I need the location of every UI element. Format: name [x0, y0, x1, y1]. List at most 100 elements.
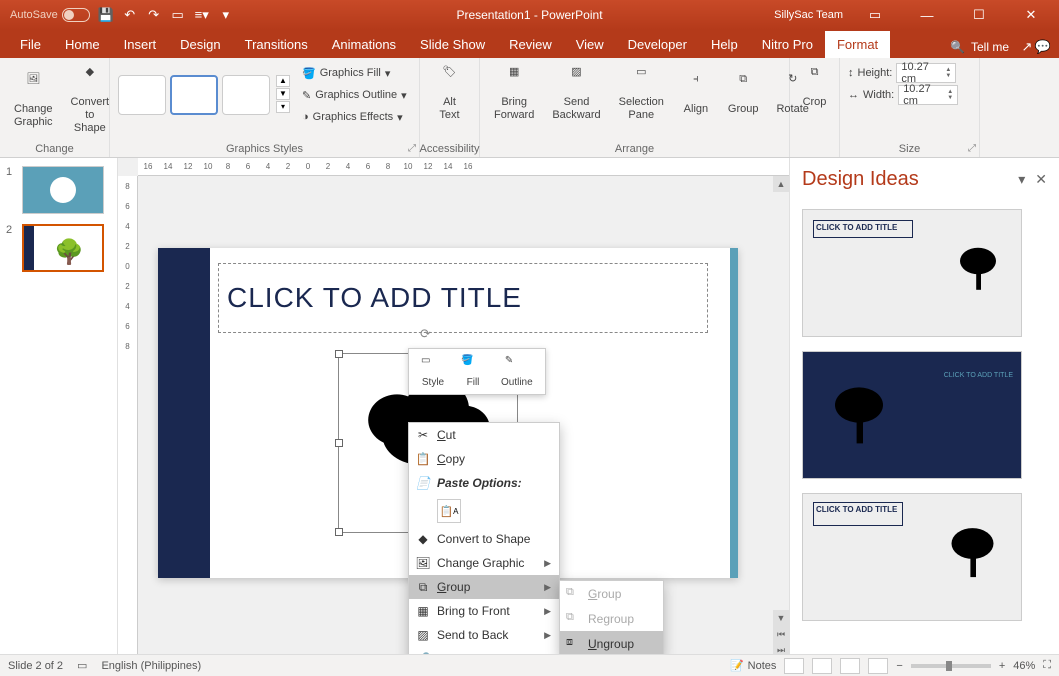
undo-icon[interactable]: ↶ — [122, 7, 138, 23]
resize-handle[interactable] — [335, 528, 343, 536]
slide-counter[interactable]: Slide 2 of 2 — [8, 660, 63, 672]
resize-handle[interactable] — [335, 439, 343, 447]
gallery-more-icon[interactable]: ▾ — [276, 101, 290, 113]
convert-to-shape-button[interactable]: ◆Convert to Shape — [65, 62, 116, 140]
comments-icon[interactable]: 💬 — [1035, 39, 1051, 55]
tab-home[interactable]: Home — [53, 31, 112, 58]
menu-convert-shape[interactable]: ◆Convert to Shape — [409, 527, 559, 551]
zoom-out-button[interactable]: − — [896, 660, 902, 672]
crop-button[interactable]: ⧉Crop — [798, 62, 831, 113]
design-idea-3[interactable]: CLICK TO ADD TITLE — [802, 493, 1022, 621]
autosave-toggle[interactable]: AutoSave — [10, 8, 90, 22]
selection-pane-button[interactable]: ▭Selection Pane — [613, 62, 670, 126]
qat-more-icon[interactable]: ≡▾ — [194, 7, 210, 23]
design-idea-1[interactable]: CLICK TO ADD TITLE — [802, 209, 1022, 337]
redo-icon[interactable]: ↷ — [146, 7, 162, 23]
tab-format[interactable]: Format — [825, 31, 890, 58]
change-graphic-button[interactable]: 🖼Change Graphic — [8, 69, 59, 133]
rotate-handle-icon[interactable]: ⟳ — [420, 326, 436, 342]
style-preset-3[interactable] — [222, 75, 270, 115]
tell-me-search[interactable]: 🔍Tell me — [940, 36, 1019, 58]
graphics-fill-button[interactable]: 🪣Graphics Fill ▾ — [302, 62, 407, 84]
graphics-outline-button[interactable]: ✎Graphics Outline ▾ — [302, 84, 407, 106]
notes-button[interactable]: 📝Notes — [730, 659, 776, 672]
account-name[interactable]: SillySac Team — [774, 9, 843, 21]
height-input[interactable]: 10.27 cm▲▼ — [896, 63, 956, 83]
styles-dialog-launcher[interactable]: ⤢ — [408, 143, 416, 154]
tree-icon: 🌳 — [54, 238, 84, 267]
vertical-scrollbar[interactable]: ▲ ▼ ⏮ ⏭ — [773, 176, 789, 658]
paste-icon: 📄 — [415, 475, 431, 491]
slide-canvas[interactable]: 1614121086420246810121416 864202468 CLIC… — [118, 158, 789, 658]
alt-text-button[interactable]: 🏷Alt Text — [428, 62, 471, 126]
tab-file[interactable]: File — [8, 31, 53, 58]
title-placeholder[interactable]: CLICK TO ADD TITLE — [218, 263, 708, 333]
gallery-up-icon[interactable]: ▲ — [276, 75, 290, 87]
pane-close-icon[interactable]: ✕ — [1035, 171, 1047, 188]
style-preset-1[interactable] — [118, 75, 166, 115]
menu-group[interactable]: ⧉Group▶ — [409, 575, 559, 599]
menu-change-graphic[interactable]: 🖼Change Graphic▶ — [409, 551, 559, 575]
menu-send-back[interactable]: ▨Send to Back▶ — [409, 623, 559, 647]
style-preset-2[interactable] — [170, 75, 218, 115]
tab-nitro[interactable]: Nitro Pro — [750, 31, 825, 58]
slide-thumbnail-1[interactable]: 1 — [6, 166, 111, 214]
zoom-slider[interactable] — [911, 664, 991, 668]
scroll-down-icon[interactable]: ▼ — [773, 610, 789, 626]
mini-style-button[interactable]: ▭Style — [413, 353, 453, 390]
align-button[interactable]: ⫞Align — [676, 69, 716, 120]
mini-fill-button[interactable]: 🪣Fill — [453, 353, 493, 390]
close-button[interactable]: ✕ — [1011, 1, 1051, 29]
tab-view[interactable]: View — [564, 31, 616, 58]
size-dialog-launcher[interactable]: ⤢ — [968, 143, 976, 154]
prev-slide-icon[interactable]: ⏮ — [773, 626, 789, 642]
send-backward-button[interactable]: ▨Send Backward — [546, 62, 606, 126]
design-idea-2[interactable]: CLICK TO ADD TITLE — [802, 351, 1022, 479]
ungroup-icon: ⧈ — [566, 636, 582, 652]
paste-option-button[interactable]: 📋A — [437, 499, 461, 523]
scroll-up-icon[interactable]: ▲ — [773, 176, 789, 192]
graphics-effects-button[interactable]: ◑Graphics Effects ▾ — [302, 106, 407, 128]
tab-animations[interactable]: Animations — [320, 31, 408, 58]
tab-help[interactable]: Help — [699, 31, 750, 58]
save-icon[interactable]: 💾 — [98, 7, 114, 23]
tab-review[interactable]: Review — [497, 31, 564, 58]
bring-forward-button[interactable]: ▦Bring Forward — [488, 62, 540, 126]
zoom-in-button[interactable]: + — [999, 660, 1005, 672]
maximize-button[interactable]: ☐ — [959, 1, 999, 29]
share-icon[interactable]: ↗ — [1019, 39, 1035, 55]
gallery-down-icon[interactable]: ▼ — [276, 88, 290, 100]
menu-cut[interactable]: ✂Cut — [409, 423, 559, 447]
bring-forward-icon: ▦ — [500, 66, 528, 94]
fit-to-window-button[interactable]: ⛶ — [1043, 659, 1051, 672]
pane-menu-icon[interactable]: ▾ — [1018, 171, 1025, 188]
submenu-ungroup[interactable]: ⧈Ungroup — [560, 631, 663, 656]
language-indicator[interactable]: English (Philippines) — [101, 660, 201, 672]
tab-design[interactable]: Design — [168, 31, 232, 58]
toggle-switch[interactable] — [62, 8, 90, 22]
tab-slideshow[interactable]: Slide Show — [408, 31, 497, 58]
tab-developer[interactable]: Developer — [616, 31, 699, 58]
slide-sorter-button[interactable] — [812, 658, 832, 674]
accessibility-icon[interactable]: ▭ — [77, 659, 87, 672]
minimize-button[interactable]: — — [907, 1, 947, 29]
width-input[interactable]: 10.27 cm▲▼ — [898, 85, 958, 105]
qat-dropdown-icon[interactable]: ▾ — [218, 7, 234, 23]
context-menu: ✂Cut 📋Copy 📄Paste Options: 📋A ◆Convert t… — [408, 422, 560, 658]
graphics-style-gallery[interactable]: ▲▼▾ — [118, 75, 290, 115]
ribbon-display-icon[interactable]: ▭ — [855, 1, 895, 29]
resize-handle[interactable] — [335, 350, 343, 358]
normal-view-button[interactable] — [784, 658, 804, 674]
reading-view-button[interactable] — [840, 658, 860, 674]
thumb-number: 1 — [6, 166, 16, 214]
menu-copy[interactable]: 📋Copy — [409, 447, 559, 471]
menu-bring-front[interactable]: ▦Bring to Front▶ — [409, 599, 559, 623]
tab-insert[interactable]: Insert — [112, 31, 169, 58]
slide-thumbnail-2[interactable]: 2 🌳 — [6, 224, 111, 272]
qat-icon[interactable]: ▭ — [170, 7, 186, 23]
group-button[interactable]: ⧉Group — [722, 69, 765, 120]
mini-outline-button[interactable]: ✎Outline — [493, 353, 541, 390]
zoom-level[interactable]: 46% — [1013, 660, 1035, 672]
slideshow-view-button[interactable] — [868, 658, 888, 674]
tab-transitions[interactable]: Transitions — [233, 31, 320, 58]
